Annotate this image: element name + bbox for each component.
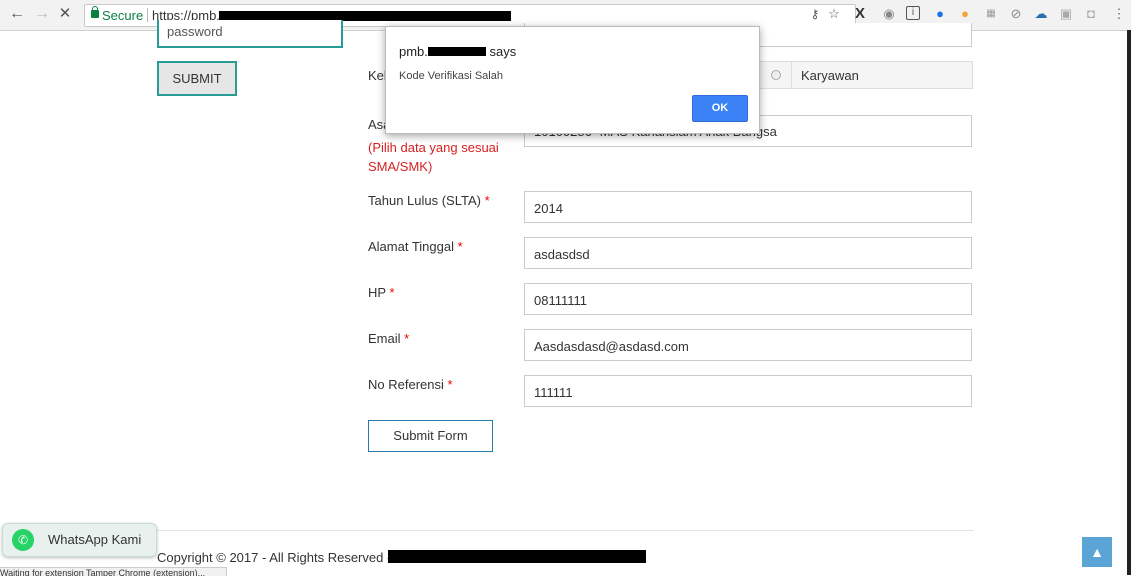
email-field[interactable]: Aasdasdasd@asdasd.com (524, 329, 972, 361)
radio-cell (760, 62, 792, 88)
ok-button[interactable]: OK (692, 95, 748, 122)
alamat-field[interactable]: asdasdsd (524, 237, 972, 269)
footer-divider (157, 530, 974, 531)
copyright-label: Copyright © 2017 - All Rights Reserved - (157, 550, 392, 565)
password-placeholder: password (167, 24, 223, 39)
tahun-lulus-label: Tahun Lulus (SLTA) * (368, 193, 490, 208)
dialog-title: pmb. says (399, 44, 516, 59)
hp-field[interactable]: 08111111 (524, 283, 972, 315)
label-text: No Referensi (368, 377, 444, 392)
extension-icon[interactable]: ● (932, 6, 948, 22)
radio-button[interactable] (771, 70, 781, 80)
kel-label: Kel (368, 68, 387, 83)
school-hint: (Pilih data yang sesuai SMA/SMK) (368, 140, 499, 174)
key-icon[interactable]: ⚷ (806, 6, 824, 22)
label-text: Tahun Lulus (SLTA) (368, 193, 481, 208)
required-mark: * (484, 193, 490, 208)
copyright-redaction (388, 550, 646, 563)
menu-icon[interactable]: ⋮ (1111, 6, 1127, 22)
cloud-extension-icon[interactable]: ☁ (1033, 6, 1049, 22)
extension-icon[interactable]: ▦ (983, 6, 999, 22)
lock-icon (91, 6, 99, 18)
label-text: Alamat Tinggal (368, 239, 454, 254)
field-value: 2014 (534, 201, 563, 216)
forward-icon[interactable]: → (33, 5, 51, 23)
alamat-label: Alamat Tinggal * (368, 239, 463, 254)
field-value: 111111 (534, 385, 573, 400)
whatsapp-icon: ✆ (12, 529, 34, 551)
email-label: Email * (368, 331, 409, 346)
cookie-extension-icon[interactable]: ● (957, 6, 973, 22)
dialog-message: Kode Verifikasi Salah (399, 70, 503, 82)
info-extension-icon[interactable]: i (906, 6, 920, 20)
window-edge (1127, 30, 1131, 575)
required-mark: * (389, 285, 395, 300)
tahun-lulus-field[interactable]: 2014 (524, 191, 972, 223)
extension-icon[interactable]: ◘ (1083, 6, 1099, 22)
login-submit-button[interactable]: SUBMIT (157, 61, 237, 96)
radio-label: Karyawan (801, 68, 859, 83)
field-value: 08111111 (534, 293, 588, 308)
extension-icon[interactable]: ▣ (1058, 6, 1074, 22)
extension-icon[interactable]: ⊘ (1008, 6, 1024, 22)
label-text: HP (368, 285, 386, 300)
origin-redaction (427, 47, 486, 57)
x-extension-icon[interactable]: X (852, 6, 868, 22)
copyright-text: Copyright © 2017 - All Rights Reserved - (157, 550, 391, 565)
field-value: Aasdasdasd@asdasd.com (534, 339, 689, 354)
bookmark-star-icon[interactable]: ☆ (826, 6, 842, 22)
referensi-field[interactable]: 111111 (524, 375, 972, 407)
required-mark: * (404, 331, 410, 346)
whatsapp-button[interactable]: ✆ WhatsApp Kami (2, 523, 157, 557)
field-value: asdasdsd (534, 247, 590, 262)
whatsapp-label: WhatsApp Kami (48, 532, 142, 547)
back-icon[interactable]: ← (8, 5, 26, 23)
radio-option-karyawan[interactable]: Karyawan (759, 61, 973, 89)
alert-dialog: pmb. says Kode Verifikasi Salah OK (385, 26, 760, 134)
label-text: Email (368, 331, 401, 346)
submit-form-button[interactable]: Submit Form (368, 420, 493, 452)
url-separator (147, 8, 148, 22)
referensi-label: No Referensi * (368, 377, 453, 392)
hp-label: HP * (368, 285, 395, 300)
dialog-origin: pmb. (399, 44, 428, 59)
required-mark: * (447, 377, 453, 392)
extension-icon[interactable]: ◉ (881, 6, 897, 22)
required-mark: * (457, 239, 463, 254)
password-input[interactable]: password (157, 20, 343, 48)
scroll-to-top-button[interactable]: ▲ (1082, 537, 1112, 567)
dialog-says: says (489, 44, 517, 59)
secure-label: Secure (102, 8, 144, 23)
stop-loading-icon[interactable]: ✕ (56, 5, 74, 23)
